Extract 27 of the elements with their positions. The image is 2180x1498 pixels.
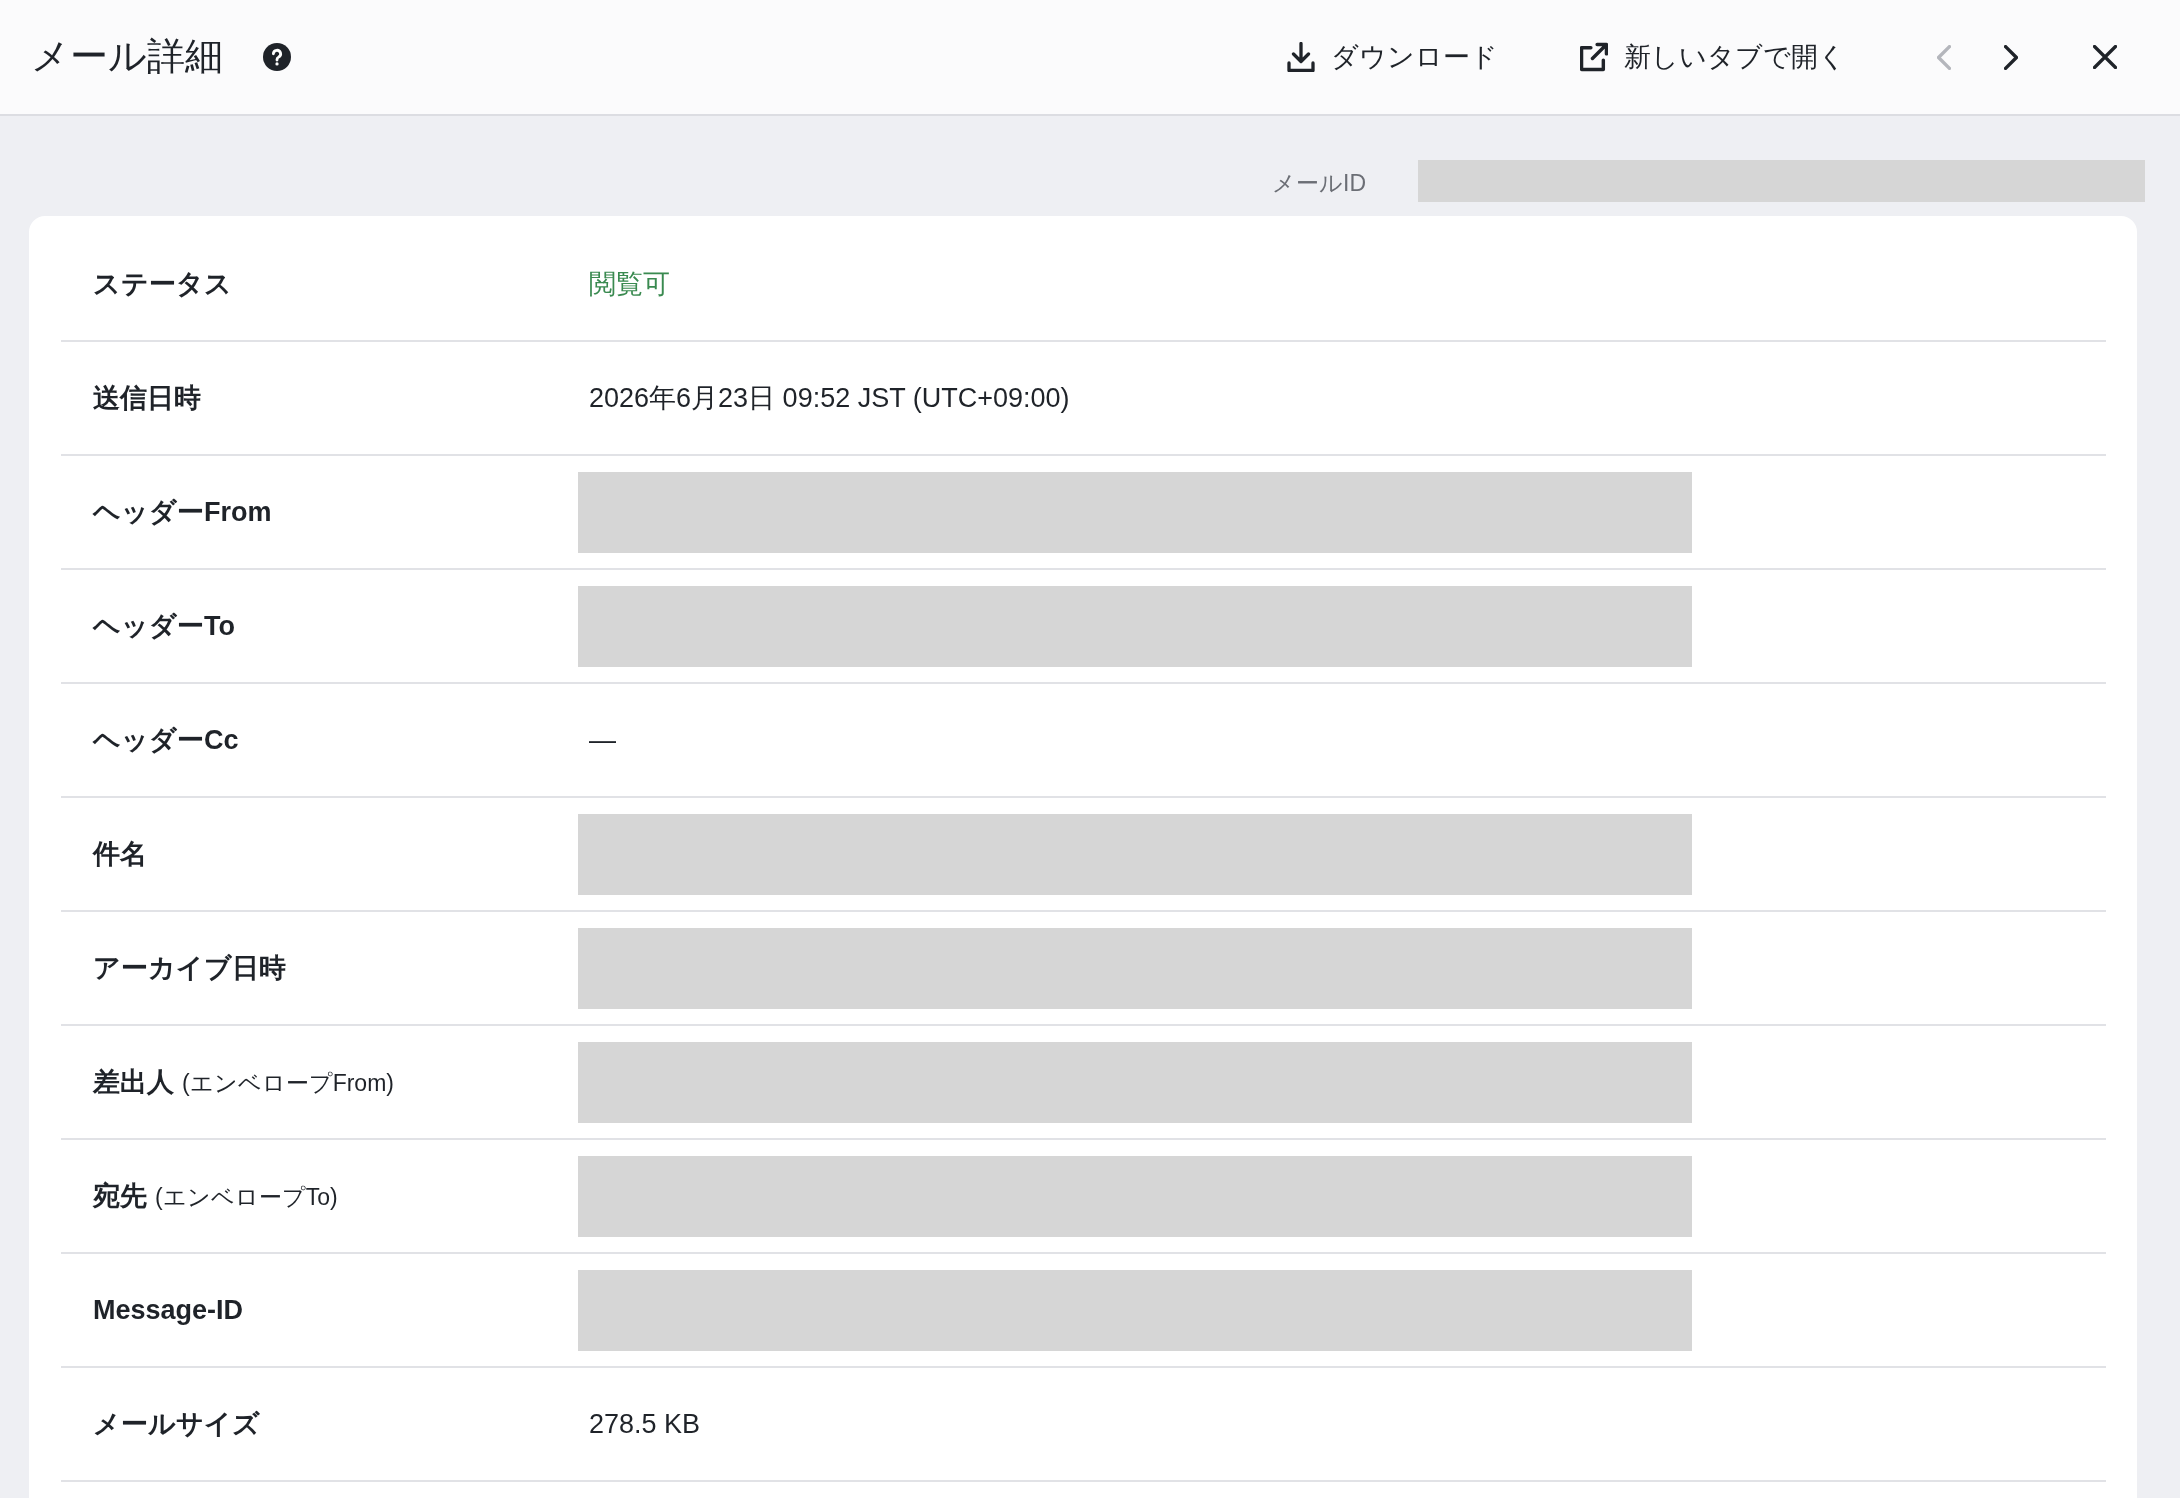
chevron-left-icon: [1937, 44, 1951, 70]
field-label: アーカイブ日時: [93, 952, 286, 985]
page-title: メール詳細: [31, 34, 223, 80]
field-label: 差出人: [93, 1066, 174, 1099]
field-value: —: [588, 724, 616, 756]
help-icon[interactable]: [263, 43, 291, 71]
chevron-right-icon: [2004, 44, 2018, 70]
mail-id-label: メールID: [1272, 168, 1366, 198]
field-label: Message-ID: [93, 1294, 244, 1326]
field-label: ヘッダーFrom: [93, 496, 272, 529]
download-icon: [1287, 42, 1315, 72]
status-text: 閲覧可: [588, 268, 670, 301]
field-label: ヘッダーTo: [93, 610, 235, 643]
external-link-icon: [1580, 42, 1608, 72]
field-label: メールサイズ: [93, 1408, 260, 1441]
open-new-tab-button[interactable]: 新しいタブで開く: [1564, 31, 1862, 83]
field-label: ヘッダーCc: [93, 724, 239, 757]
field-label-note: (エンベロープTo): [155, 1183, 338, 1212]
field-label: ステータス: [93, 268, 232, 301]
field-label: 宛先: [93, 1180, 147, 1213]
field-value: 278.5 KB: [588, 1408, 701, 1440]
field-label-note: (エンベロープFrom): [182, 1069, 394, 1098]
download-button[interactable]: ダウンロード: [1271, 31, 1514, 83]
field-value: 2026年6月23日 09:52 JST (UTC+09:00): [588, 382, 1070, 415]
field-label: 送信日時: [93, 382, 201, 415]
close-icon: [2093, 45, 2117, 69]
field-label: 件名: [93, 838, 147, 871]
